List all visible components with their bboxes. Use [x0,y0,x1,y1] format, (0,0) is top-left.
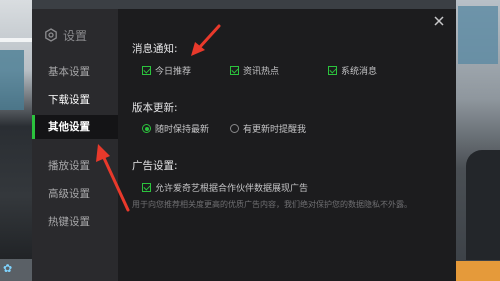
sidebar-item-download[interactable]: 下载设置 [32,88,118,112]
settings-content: 消息通知: 今日推荐 资讯热点 系统消息 版本更新: 随时保持最新 有更新时提醒… [132,9,456,281]
gear-icon [45,28,57,42]
player-logo-icon: ✿ [3,262,13,275]
ads-title: 广告设置: [132,160,178,172]
sidebar-item-playback[interactable]: 播放设置 [32,154,118,178]
player-logo-area: ✿ [0,259,32,281]
radio-label: 随时保持最新 [155,125,210,135]
sidebar-item-hotkey[interactable]: 热键设置 [32,210,118,234]
settings-dialog: 设置 基本设置 下载设置 其他设置 播放设置 高级设置 热键设置 消息通知: 今… [32,9,456,281]
background-screen-right [458,6,498,64]
sidebar-item-advanced[interactable]: 高级设置 [32,182,118,206]
settings-sidebar: 设置 基本设置 下载设置 其他设置 播放设置 高级设置 热键设置 [32,9,118,281]
background-screen [0,50,24,110]
checkbox-label: 资讯热点 [243,67,280,77]
checkbox-checked-icon[interactable] [328,66,337,75]
radio-always-latest[interactable]: 随时保持最新 [142,122,209,135]
checkbox-allow-partner-ads[interactable]: 允许爱奇艺根据合作伙伴数据展现广告 [142,181,308,194]
radio-remind-on-update[interactable]: 有更新时提醒我 [230,122,306,135]
sidebar-item-other[interactable]: 其他设置 [32,115,118,139]
background-bar [456,261,500,281]
radio-selected-icon[interactable] [142,124,151,133]
dialog-title: 设置 [63,28,88,43]
checkbox-label: 系统消息 [341,67,378,77]
radio-label: 有更新时提醒我 [243,125,307,135]
checkbox-label: 允许爱奇艺根据合作伙伴数据展现广告 [155,184,309,194]
checkbox-news-hot[interactable]: 资讯热点 [230,64,279,77]
update-title: 版本更新: [132,102,178,114]
checkbox-daily-recommend[interactable]: 今日推荐 [142,64,191,77]
checkbox-checked-icon[interactable] [142,183,151,192]
checkbox-system-messages[interactable]: 系统消息 [328,64,377,77]
background-left [0,0,32,281]
sidebar-header: 设置 [44,27,87,43]
notifications-title: 消息通知: [132,43,178,55]
background-person [466,150,500,260]
radio-unselected-icon[interactable] [230,124,239,133]
sidebar-item-basic[interactable]: 基本设置 [32,60,118,84]
background-right [456,0,500,281]
ads-note: 用于向您推荐相关度更高的优质广告内容，我们绝对保护您的数据隐私不外露。 [132,200,412,209]
checkbox-checked-icon[interactable] [230,66,239,75]
checkbox-label: 今日推荐 [155,67,192,77]
checkbox-checked-icon[interactable] [142,66,151,75]
ceiling-light [0,38,32,42]
